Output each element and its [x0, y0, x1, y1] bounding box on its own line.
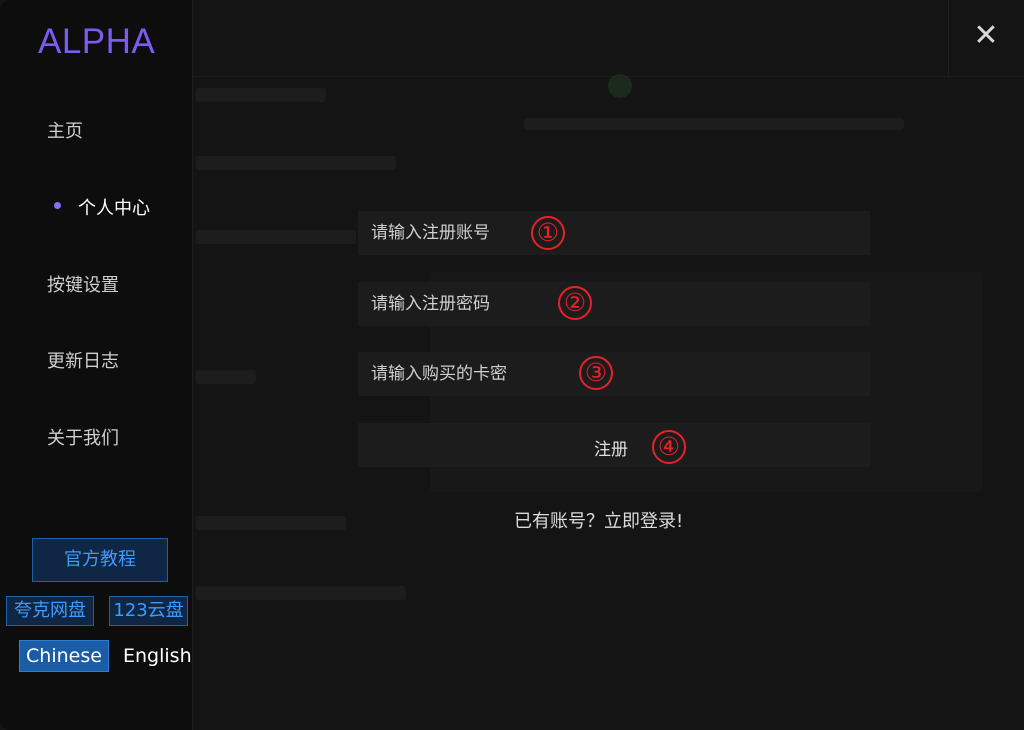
- background-row: [196, 516, 346, 530]
- app-window: ALPHA 主页 个人中心 按键设置 更新日志 关于我们 官方教程 夸克网盘 1…: [0, 0, 1024, 730]
- background-row: [196, 230, 356, 244]
- quark-drive-button[interactable]: 夸克网盘: [6, 596, 94, 626]
- check-icon: [608, 74, 632, 98]
- badge-4-icon: ④: [652, 430, 686, 464]
- app-logo: ALPHA: [38, 22, 156, 61]
- login-link[interactable]: 已有账号？立即登录!: [514, 507, 683, 533]
- background-row: [196, 370, 256, 384]
- nav-item-about[interactable]: 关于我们: [47, 424, 119, 450]
- badge-3-icon: ③: [579, 356, 613, 390]
- active-dot-icon: [54, 202, 61, 209]
- cloud-123-button[interactable]: 123云盘: [109, 596, 188, 626]
- lang-english-button[interactable]: English: [123, 645, 192, 667]
- password-input[interactable]: [358, 282, 870, 326]
- badge-1-icon: ①: [531, 216, 565, 250]
- background-row: [196, 88, 326, 102]
- close-icon[interactable]: ✕: [972, 21, 1000, 51]
- background-row: [524, 118, 904, 130]
- top-bar: [193, 0, 1024, 77]
- lang-chinese-button[interactable]: Chinese: [19, 640, 109, 672]
- top-divider: [948, 0, 949, 76]
- background-row: [196, 586, 406, 600]
- register-button-label: 注册: [594, 440, 628, 460]
- nav-item-profile[interactable]: 个人中心: [78, 194, 150, 220]
- nav-item-home[interactable]: 主页: [47, 117, 83, 143]
- badge-2-icon: ②: [558, 286, 592, 320]
- tutorial-button[interactable]: 官方教程: [32, 538, 168, 582]
- sidebar: ALPHA 主页 个人中心 按键设置 更新日志 关于我们 官方教程 夸克网盘 1…: [0, 0, 193, 730]
- account-input[interactable]: [358, 211, 870, 255]
- nav-item-key-settings[interactable]: 按键设置: [47, 271, 119, 297]
- nav-item-changelog[interactable]: 更新日志: [47, 347, 119, 373]
- background-row: [196, 156, 396, 170]
- card-key-input[interactable]: [358, 352, 870, 396]
